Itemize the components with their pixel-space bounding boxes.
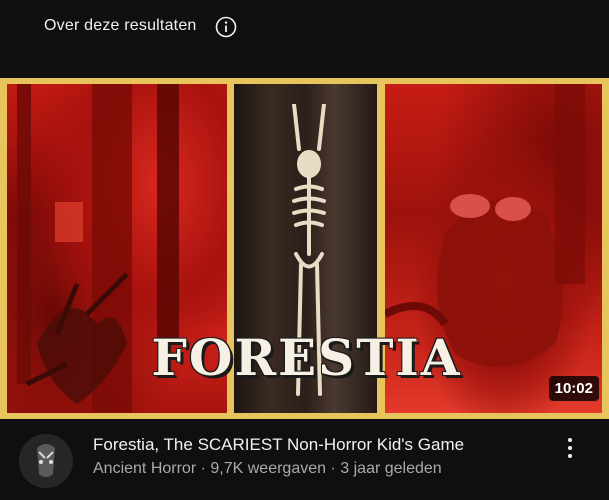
- more-dot: [568, 454, 572, 458]
- separator: ·: [200, 460, 206, 477]
- channel-avatar[interactable]: [19, 434, 73, 488]
- video-metadata: Forestia, The SCARIEST Non-Horror Kid's …: [0, 419, 609, 500]
- video-title[interactable]: Forestia, The SCARIEST Non-Horror Kid's …: [93, 435, 464, 455]
- about-results-label[interactable]: Over deze resultaten: [44, 17, 197, 35]
- video-thumbnail[interactable]: FORESTIA 10:02: [0, 78, 609, 419]
- thumbnail-title-overlay: FORESTIA: [151, 328, 462, 387]
- video-subtitle: Ancient Horror · 9,7K weergaven · 3 jaar…: [93, 460, 442, 478]
- top-bar: Over deze resultaten: [0, 0, 609, 60]
- upload-age: 3 jaar geleden: [340, 460, 442, 477]
- duration-badge: 10:02: [548, 376, 599, 401]
- separator: ·: [330, 460, 336, 477]
- view-count: 9,7K weergaven: [210, 460, 327, 477]
- channel-name[interactable]: Ancient Horror: [93, 460, 196, 477]
- more-vert-icon[interactable]: [558, 436, 582, 460]
- more-dot: [568, 438, 572, 442]
- more-dot: [568, 446, 572, 450]
- info-icon[interactable]: [215, 16, 237, 38]
